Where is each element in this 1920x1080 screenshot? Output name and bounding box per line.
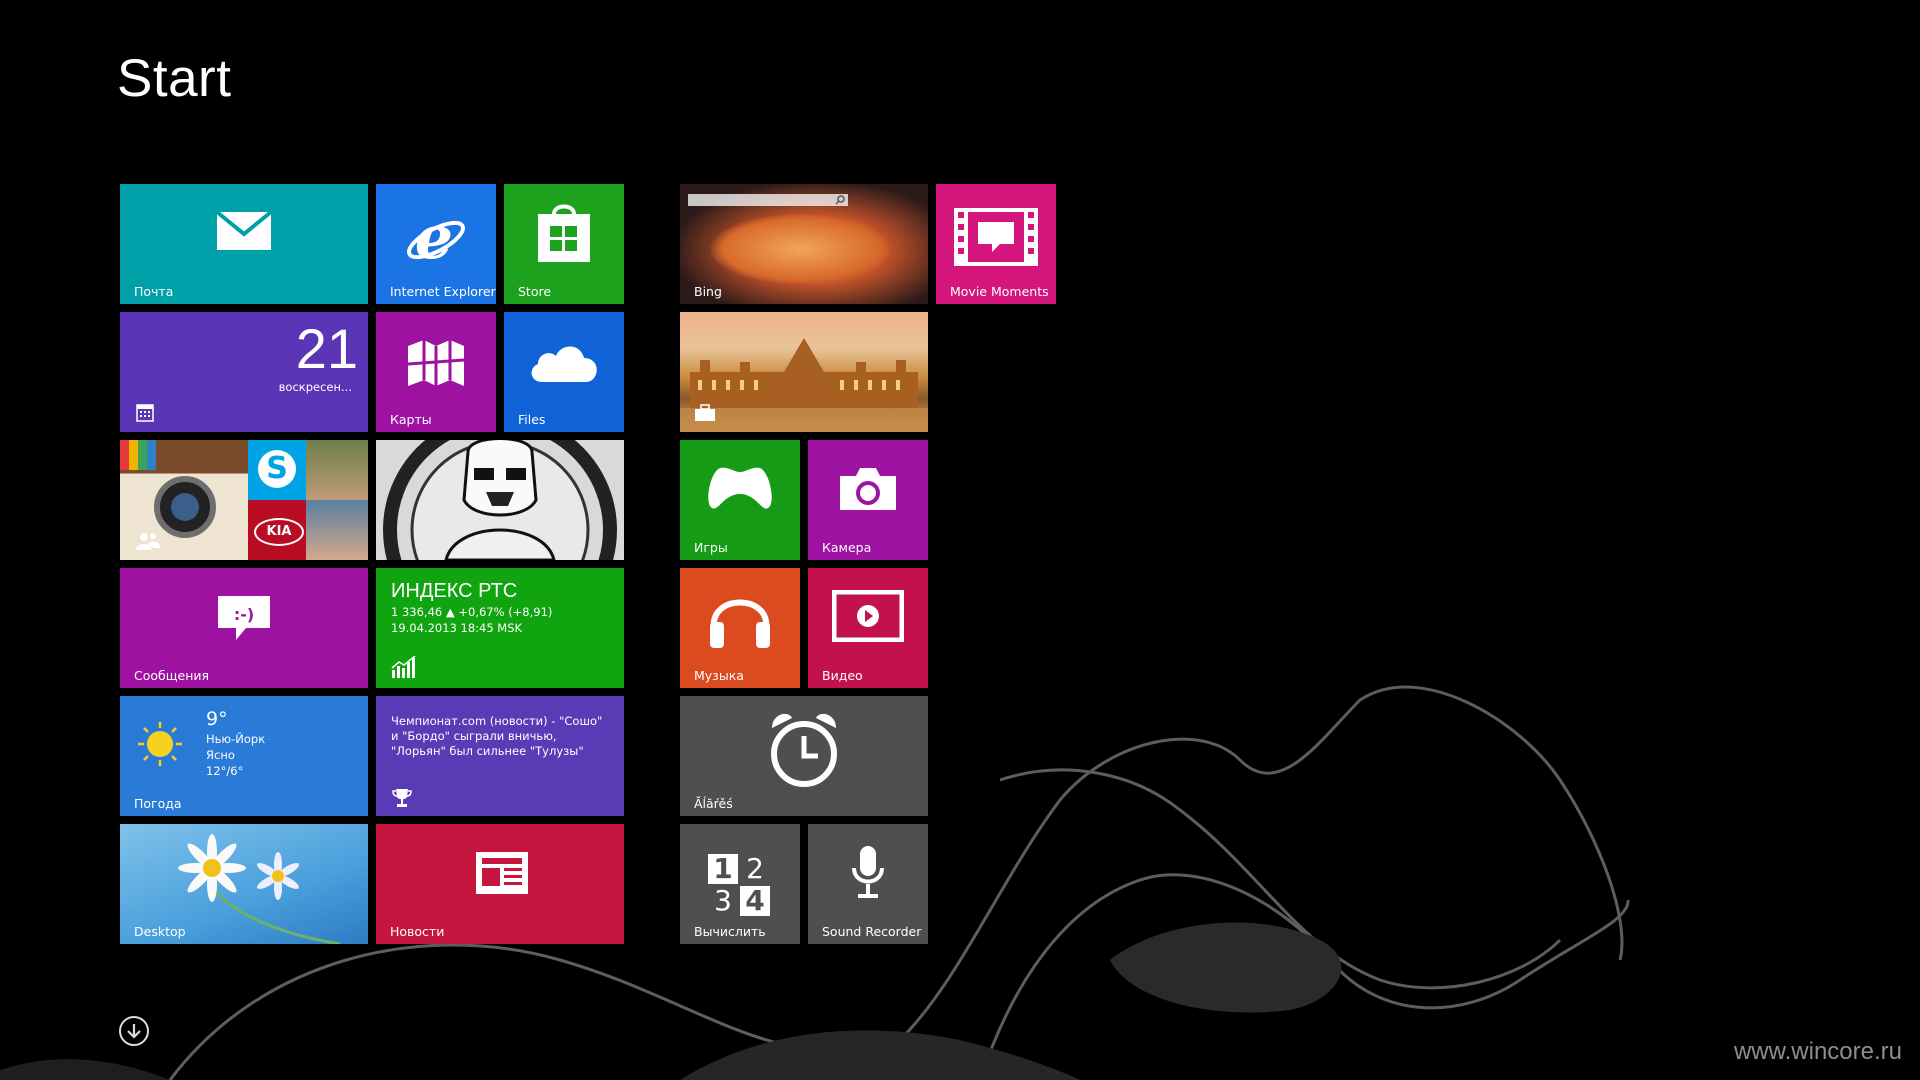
- finance-date: 19.04.2013 18:45 MSK: [391, 621, 523, 635]
- friend-photo-1: [306, 440, 368, 500]
- newspaper-icon: [476, 852, 528, 894]
- tile-label: Ăĺăŕěś: [694, 796, 733, 811]
- tile-label: Sound Recorder: [822, 924, 922, 939]
- store-bag-icon: [538, 204, 590, 262]
- headphones-icon: [710, 599, 770, 648]
- calc-digit: 2: [746, 852, 764, 885]
- tile-messaging[interactable]: :-) Сообщения: [120, 568, 368, 688]
- chat-bubble-icon: :-): [218, 596, 270, 640]
- people-icon: [136, 533, 160, 550]
- tile-desktop[interactable]: Desktop: [120, 824, 368, 944]
- all-apps-button[interactable]: [119, 1016, 149, 1046]
- calc-digit: 4: [740, 886, 770, 916]
- tile-label: Карты: [390, 412, 432, 427]
- tile-travel[interactable]: [680, 312, 928, 432]
- tile-weather[interactable]: 9° Нью-Йорк Ясно 12°/6° Погода: [120, 696, 368, 816]
- tile-store[interactable]: Store: [504, 184, 624, 304]
- tile-music[interactable]: Музыка: [680, 568, 800, 688]
- search-icon: [835, 195, 845, 205]
- bing-search-box[interactable]: [688, 194, 848, 206]
- tile-label: Movie Moments: [950, 284, 1049, 299]
- tile-label: Files: [518, 412, 546, 427]
- calc-digit: 1: [708, 854, 738, 884]
- video-play-icon: [832, 590, 904, 642]
- tile-label: Сообщения: [134, 668, 210, 683]
- tile-mail[interactable]: Почта: [120, 184, 368, 304]
- sports-headline: Чемпионат.com (новости) - "Сошо" и "Борд…: [391, 714, 603, 758]
- weather-condition: Ясно: [206, 748, 235, 762]
- kia-photo: KIA: [248, 500, 306, 560]
- tile-calendar[interactable]: 21 воскресен...: [120, 312, 368, 432]
- cloud-icon: [531, 346, 597, 382]
- alarm-clock-icon: [771, 713, 837, 787]
- stormtrooper-image: [383, 440, 617, 560]
- calc-digit: 3: [714, 884, 732, 917]
- tile-finance[interactable]: ИНДЕКС РТС 1 336,46 ▲ +0,67% (+8,91) 19.…: [376, 568, 624, 688]
- finance-title: ИНДЕКС РТС: [391, 580, 518, 602]
- calendar-weekday: воскресен...: [278, 380, 352, 394]
- tile-people[interactable]: S KIA: [120, 440, 368, 560]
- mail-icon: [215, 210, 273, 250]
- film-strip-icon: [954, 208, 1038, 266]
- tile-internet-explorer[interactable]: e Internet Explorer: [376, 184, 496, 304]
- tile-label: Bing: [694, 284, 722, 299]
- tile-maps[interactable]: Карты: [376, 312, 496, 432]
- tile-calculator[interactable]: 1 2 3 4 Вычислить: [680, 824, 800, 944]
- tile-photos[interactable]: [376, 440, 624, 560]
- watermark: www.wincore.ru: [1733, 1038, 1902, 1065]
- tile-label: Desktop: [134, 924, 186, 939]
- calculator-digits: 1 2 3 4: [708, 854, 772, 918]
- bing-background-image: [710, 214, 890, 284]
- arrow-down-circle-icon: [127, 1024, 141, 1039]
- tile-label: Вычислить: [694, 924, 766, 939]
- internet-explorer-icon: e: [407, 206, 465, 270]
- tile-news[interactable]: Новости: [376, 824, 624, 944]
- tile-bing[interactable]: Bing: [680, 184, 928, 304]
- game-controller-icon: [708, 467, 772, 509]
- tile-label: Новости: [390, 924, 445, 939]
- friend-photo-2: [306, 500, 368, 560]
- tile-label: Камера: [822, 540, 872, 555]
- finance-quote: 1 336,46 ▲ +0,67% (+8,91): [391, 605, 553, 619]
- tile-sports[interactable]: Чемпионат.com (новости) - "Сошо" и "Борд…: [376, 696, 624, 816]
- microphone-icon: [852, 846, 884, 898]
- calendar-day: 21: [295, 317, 358, 380]
- page-title: Start: [117, 49, 232, 108]
- trophy-icon: [392, 789, 412, 807]
- skype-photo: S: [248, 440, 306, 500]
- tile-label: Store: [518, 284, 552, 299]
- weather-range: 12°/6°: [206, 764, 244, 778]
- tile-games[interactable]: Игры: [680, 440, 800, 560]
- daisy-image: [178, 834, 341, 944]
- map-icon: [407, 340, 465, 386]
- svg-text::-): :-): [234, 605, 254, 624]
- suitcase-icon: [695, 404, 715, 421]
- parliament-image: [680, 338, 928, 432]
- sun-icon: [138, 722, 182, 766]
- tile-label: Видео: [822, 668, 863, 683]
- weather-city: Нью-Йорк: [206, 732, 266, 746]
- tile-label: Музыка: [694, 668, 744, 683]
- tile-camera[interactable]: Камера: [808, 440, 928, 560]
- tile-files[interactable]: Files: [504, 312, 624, 432]
- tile-label: Internet Explorer: [390, 284, 496, 299]
- calendar-icon: [136, 404, 154, 422]
- tile-label: Игры: [694, 540, 728, 555]
- camera-icon: [840, 468, 896, 510]
- tile-video[interactable]: Видео: [808, 568, 928, 688]
- tile-label: Погода: [134, 796, 182, 811]
- tile-movie-moments[interactable]: Movie Moments: [936, 184, 1056, 304]
- weather-temp: 9°: [206, 708, 228, 730]
- tile-label: Почта: [134, 284, 174, 299]
- finance-chart-icon: [391, 656, 416, 678]
- tile-alarms[interactable]: Ăĺăŕěś: [680, 696, 928, 816]
- tile-sound-recorder[interactable]: Sound Recorder: [808, 824, 928, 944]
